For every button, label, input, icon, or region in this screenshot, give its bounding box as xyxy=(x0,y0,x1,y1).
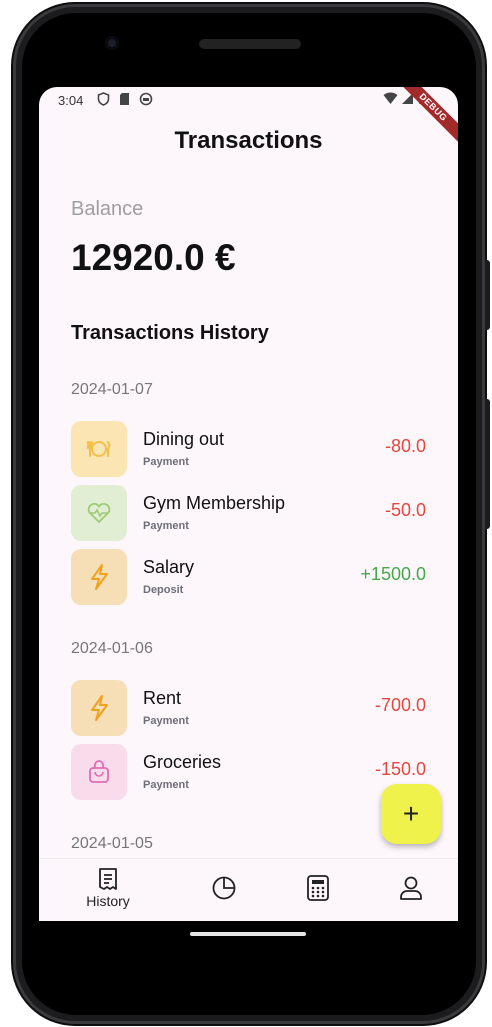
sd-card-icon xyxy=(120,93,129,105)
transaction-row[interactable]: Groceries Payment -150.0 xyxy=(71,744,426,800)
transaction-type: Deposit xyxy=(143,584,184,596)
transaction-amount: -700.0 xyxy=(374,695,426,715)
date-header: 2024-01-07 xyxy=(71,381,153,398)
person-icon xyxy=(400,876,422,900)
history-title: Transactions History xyxy=(71,322,269,344)
transaction-amount: -50.0 xyxy=(384,500,426,520)
wifi-icon xyxy=(383,92,398,104)
nav-statistics[interactable] xyxy=(194,867,254,917)
page-title: Transactions xyxy=(174,127,323,154)
transaction-row[interactable]: Salary Deposit +1500.0 xyxy=(71,549,426,605)
transaction-name: Salary xyxy=(143,557,195,577)
calculator-icon xyxy=(307,875,329,901)
app-screen: 3:04 DEBUG Transactions Balance 12920.0 … xyxy=(39,87,458,921)
volume-button xyxy=(485,260,490,330)
front-camera xyxy=(105,36,119,50)
transaction-type: Payment xyxy=(143,520,189,532)
balance-label: Balance xyxy=(71,198,144,220)
transaction-type: Payment xyxy=(143,779,189,791)
transaction-type: Payment xyxy=(143,715,189,727)
power-button xyxy=(485,399,490,529)
nav-calculator[interactable] xyxy=(288,867,348,917)
nav-history[interactable]: History xyxy=(78,867,138,917)
home-indicator[interactable] xyxy=(190,932,306,936)
status-time: 3:04 xyxy=(58,93,84,108)
transaction-row[interactable]: Rent Payment -700.0 xyxy=(71,680,426,736)
transaction-row[interactable]: Gym Membership Payment -50.0 xyxy=(71,485,426,541)
transaction-name: Groceries xyxy=(143,752,222,772)
notification-icon xyxy=(139,92,153,106)
nav-label: History xyxy=(86,893,130,909)
bottom-navigation: History xyxy=(39,858,458,921)
transaction-name: Gym Membership xyxy=(143,493,286,513)
transaction-type: Payment xyxy=(143,456,189,468)
earpiece-speaker xyxy=(199,39,301,49)
heart-pulse-icon xyxy=(71,485,127,541)
transaction-amount: -150.0 xyxy=(374,759,426,779)
shield-icon xyxy=(97,92,110,106)
transaction-name: Rent xyxy=(143,688,182,708)
transaction-row[interactable]: Dining out Payment -80.0 xyxy=(71,421,426,477)
restaurant-icon xyxy=(71,421,127,477)
date-header: 2024-01-05 xyxy=(71,835,153,852)
pie-chart-icon xyxy=(212,876,236,900)
lightning-icon xyxy=(71,549,127,605)
lightning-icon xyxy=(71,680,127,736)
date-header: 2024-01-06 xyxy=(71,640,153,657)
balance-value: 12920.0 € xyxy=(71,237,236,278)
plus-icon: + xyxy=(402,798,420,829)
add-transaction-button[interactable]: + xyxy=(381,784,441,844)
shopping-bag-icon xyxy=(71,744,127,800)
transaction-name: Dining out xyxy=(143,429,225,449)
nav-profile[interactable] xyxy=(381,867,441,917)
transaction-amount: +1500.0 xyxy=(360,564,426,584)
transaction-amount: -80.0 xyxy=(384,436,426,456)
status-bar: 3:04 DEBUG xyxy=(39,87,458,151)
receipt-icon xyxy=(99,868,117,890)
